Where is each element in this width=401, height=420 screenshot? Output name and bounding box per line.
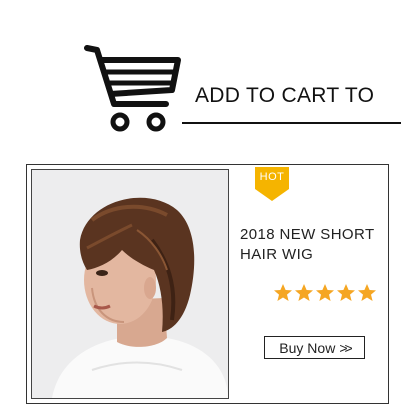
shopping-cart-icon[interactable] <box>84 42 184 134</box>
hot-badge: HOT <box>255 167 289 201</box>
product-title: 2018 NEW SHORT HAIR WIG <box>240 226 375 263</box>
product-card[interactable]: HOT 2018 NEW SHORT HAIR WIG Buy Now >> <box>26 164 389 404</box>
star-icon <box>294 283 314 303</box>
buy-now-label: Buy Now <box>279 339 336 356</box>
double-chevron-right-icon: >> <box>339 339 352 356</box>
star-icon <box>357 283 377 303</box>
add-to-cart-title[interactable]: ADD TO CART TO <box>195 84 374 108</box>
star-icon <box>273 283 293 303</box>
product-image[interactable] <box>31 169 229 399</box>
hot-badge-label: HOT <box>259 171 285 183</box>
star-icon <box>315 283 335 303</box>
header-divider <box>182 122 401 124</box>
star-icon <box>336 283 356 303</box>
star-rating <box>273 283 383 305</box>
buy-now-button[interactable]: Buy Now >> <box>264 336 365 359</box>
